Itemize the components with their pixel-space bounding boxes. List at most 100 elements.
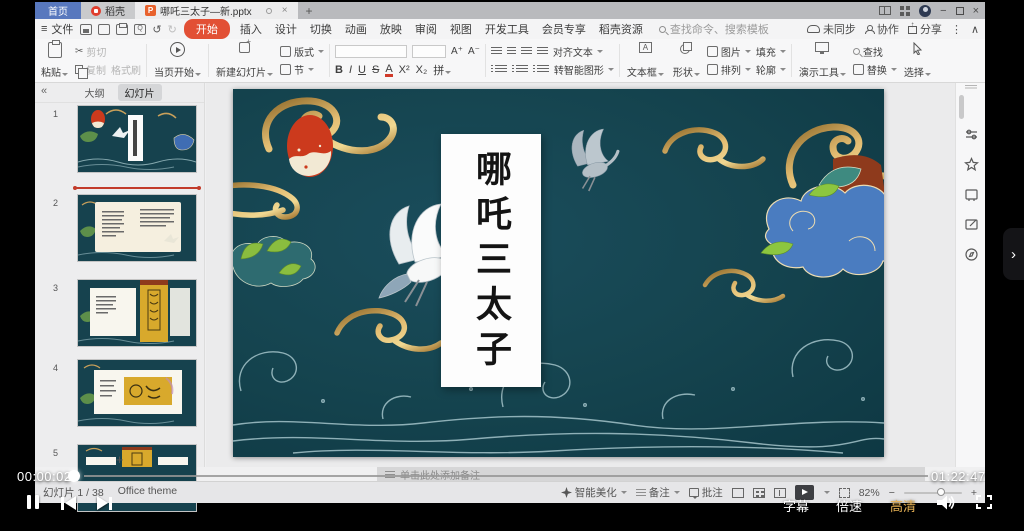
- menu-item-transition[interactable]: 切换: [307, 21, 335, 37]
- collapse-ribbon-icon[interactable]: ∧: [971, 23, 979, 36]
- rail-handle-icon[interactable]: [965, 85, 977, 90]
- superscript-button[interactable]: X²: [399, 64, 410, 76]
- window-edit-icon[interactable]: [964, 217, 979, 232]
- smart-beautify-button[interactable]: 智能美化: [561, 485, 627, 500]
- expand-panel-chevron[interactable]: ›: [1003, 228, 1024, 280]
- restore-button[interactable]: [956, 7, 964, 15]
- comment-button[interactable]: 批注: [689, 485, 723, 500]
- save-icon[interactable]: [80, 24, 92, 35]
- font-name-select[interactable]: [335, 45, 407, 58]
- video-next-button[interactable]: [97, 496, 112, 510]
- tab-home[interactable]: 首页: [35, 2, 81, 19]
- present-tools-button[interactable]: 演示工具: [797, 41, 848, 80]
- tab-docer[interactable]: 稻壳: [81, 2, 135, 19]
- tab-outline[interactable]: 大纲: [78, 84, 112, 101]
- play-from-page-button[interactable]: 当页开始: [152, 41, 203, 80]
- collapse-panel-icon[interactable]: «: [41, 85, 47, 97]
- shape-button[interactable]: 形状: [671, 41, 702, 80]
- user-avatar[interactable]: [919, 5, 931, 17]
- number-list-icon[interactable]: [516, 65, 528, 74]
- section-button[interactable]: 节: [280, 62, 314, 77]
- video-pause-button[interactable]: [27, 495, 39, 509]
- sync-status[interactable]: 未同步: [807, 21, 856, 37]
- font-size-select[interactable]: [412, 45, 446, 58]
- underline-button[interactable]: U: [358, 64, 366, 76]
- workspace-grid-icon[interactable]: [900, 6, 910, 16]
- new-slide-button[interactable]: 新建幻灯片: [214, 41, 275, 80]
- menu-item-home[interactable]: 开始: [184, 19, 230, 39]
- picture-button[interactable]: 图片: [707, 44, 751, 59]
- slide-sorter-view-icon[interactable]: [753, 488, 765, 498]
- bullet-list-icon[interactable]: [495, 65, 507, 74]
- more-menu-icon[interactable]: ⋮: [951, 23, 962, 36]
- decrease-font-button[interactable]: A⁻: [468, 46, 480, 57]
- window-switch-icon[interactable]: [964, 187, 979, 202]
- replace-button[interactable]: 替换: [853, 62, 897, 77]
- collaborate-button[interactable]: 协作: [865, 21, 899, 37]
- align-left-icon[interactable]: [491, 47, 502, 56]
- volume-icon[interactable]: [936, 494, 956, 511]
- redo-icon[interactable]: ↻: [168, 23, 177, 36]
- menu-item-view[interactable]: 视图: [447, 21, 475, 37]
- align-center-icon[interactable]: [507, 47, 516, 56]
- menu-item-devtools[interactable]: 开发工具: [482, 21, 532, 37]
- vertical-scrollbar[interactable]: [959, 95, 964, 119]
- subtitle-button[interactable]: 字幕: [783, 496, 809, 515]
- indent-icon[interactable]: [537, 65, 549, 74]
- menu-item-insert[interactable]: 插入: [237, 21, 265, 37]
- pinyin-button[interactable]: 拼: [433, 62, 451, 78]
- tab-document[interactable]: P 哪吒三太子—新.pptx ×: [135, 2, 298, 19]
- strikethrough-button[interactable]: S: [372, 64, 379, 76]
- layout-split-icon[interactable]: [879, 6, 891, 15]
- italic-button[interactable]: I: [349, 64, 352, 76]
- slide-thumbnail-3[interactable]: [78, 280, 196, 346]
- speed-button[interactable]: 倍速: [836, 496, 862, 515]
- print-preview-icon[interactable]: [134, 24, 146, 35]
- add-slide-button[interactable]: +: [35, 451, 204, 467]
- format-painter-button[interactable]: 格式刷: [111, 62, 141, 77]
- slide-canvas[interactable]: 哪吒三太子: [233, 89, 884, 457]
- paste-button[interactable]: 粘贴: [39, 41, 70, 80]
- slide-thumbnail-1[interactable]: [78, 106, 196, 172]
- slide-thumbnail-2[interactable]: [78, 195, 196, 261]
- text-box-button[interactable]: A文本框: [625, 41, 666, 80]
- tab-slides[interactable]: 幻灯片: [118, 84, 162, 101]
- undo-icon[interactable]: ↺: [152, 23, 161, 36]
- notes-bar[interactable]: 单击此处添加备注: [377, 467, 925, 481]
- new-tab-button[interactable]: +: [298, 2, 321, 19]
- find-button[interactable]: 查找: [853, 44, 883, 59]
- menu-item-design[interactable]: 设计: [272, 21, 300, 37]
- close-window-button[interactable]: ×: [973, 5, 979, 17]
- export-icon[interactable]: [98, 24, 110, 35]
- properties-sliders-icon[interactable]: [964, 127, 979, 142]
- menu-item-animation[interactable]: 动画: [342, 21, 370, 37]
- font-color-button[interactable]: A: [385, 63, 392, 77]
- subscript-button[interactable]: X₂: [416, 64, 428, 76]
- file-menu[interactable]: ≡文件: [41, 21, 73, 37]
- menu-item-docer-res[interactable]: 稻壳资源: [596, 21, 646, 37]
- compass-icon[interactable]: [964, 247, 979, 262]
- align-justify-icon[interactable]: [537, 47, 548, 56]
- close-tab-icon[interactable]: ×: [282, 5, 288, 16]
- align-right-icon[interactable]: [521, 47, 532, 56]
- video-progress-handle[interactable]: [68, 470, 80, 482]
- cut-button[interactable]: ✂剪切: [75, 44, 106, 59]
- align-text-button[interactable]: 对齐文本: [553, 44, 603, 59]
- print-icon[interactable]: [116, 24, 128, 35]
- outline-button[interactable]: 轮廓: [756, 62, 786, 77]
- arrange-button[interactable]: 排列: [707, 62, 751, 77]
- slide-thumbnail-4[interactable]: [78, 360, 196, 426]
- share-button[interactable]: 分享: [908, 21, 942, 37]
- command-search-box[interactable]: 查找命令、搜索模板: [659, 21, 769, 37]
- menu-item-member[interactable]: 会员专享: [539, 21, 589, 37]
- video-previous-button[interactable]: [61, 496, 76, 510]
- smart-graphic-button[interactable]: 转智能图形: [554, 62, 614, 77]
- menu-item-review[interactable]: 审阅: [412, 21, 440, 37]
- minimize-button[interactable]: −: [940, 5, 946, 17]
- normal-view-icon[interactable]: [732, 488, 744, 498]
- notes-toggle-button[interactable]: 备注: [636, 485, 680, 500]
- title-text-box[interactable]: 哪吒三太子: [441, 134, 541, 387]
- bold-button[interactable]: B: [335, 64, 343, 76]
- effects-star-icon[interactable]: [964, 157, 979, 172]
- quality-button[interactable]: 高清: [890, 496, 916, 515]
